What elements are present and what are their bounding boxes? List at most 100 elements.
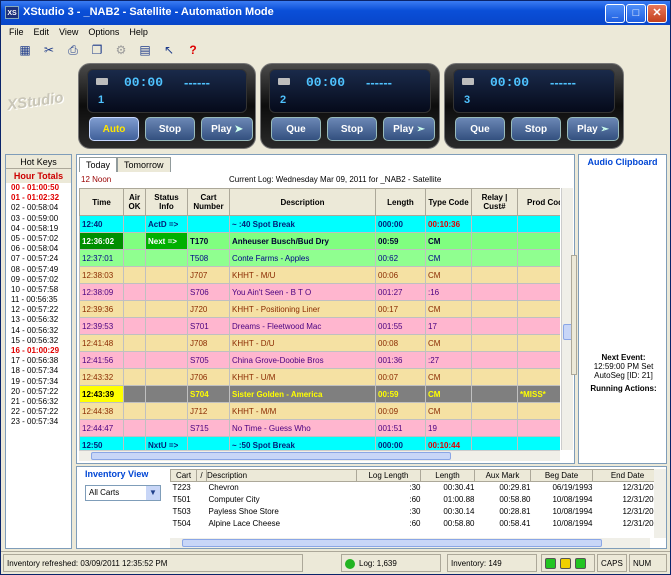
log-grid[interactable]: Time Air OK Status Info Cart Number Desc…	[79, 188, 560, 450]
que-button[interactable]: Que	[271, 117, 321, 141]
hour-total-item[interactable]: 22 - 00:57:22	[6, 407, 71, 417]
hour-total-item[interactable]: 03 - 00:59:00	[6, 214, 71, 224]
scroll-thumb[interactable]	[91, 452, 451, 460]
hour-total-item[interactable]: 05 - 00:57:02	[6, 234, 71, 244]
log-row[interactable]: 12:37:01 T508 Conte Farms - Apples 00:62 CM	[79, 249, 560, 267]
hour-total-item[interactable]: 08 - 00:57:49	[6, 265, 71, 275]
col-cart-number[interactable]: Cart Number	[187, 188, 230, 216]
log-row[interactable]: 12:36:02 Next => T170 Anheuser Busch/Bud Dr…	[79, 232, 560, 250]
stop-button[interactable]: Stop	[511, 117, 561, 141]
splitter-handle[interactable]	[571, 255, 577, 375]
hour-total-item[interactable]: 01 - 01:02:32	[6, 193, 71, 203]
close-button[interactable]: ✕	[647, 4, 667, 23]
col-type-code[interactable]: Type Code	[425, 188, 472, 216]
inv-col-description[interactable]: Description	[206, 469, 357, 482]
inventory-row[interactable]: T503 Payless Shoe Store:30 00:30.14 00:28.8…	[170, 505, 663, 518]
col-relay-cust[interactable]: Relay | Cust#	[471, 188, 518, 216]
app-icon[interactable]: XS	[5, 6, 19, 19]
hour-total-item[interactable]: 09 - 00:57:02	[6, 275, 71, 285]
hour-total-item[interactable]: 14 - 00:56:32	[6, 326, 71, 336]
hour-total-item[interactable]: 02 - 00:58:04	[6, 203, 71, 213]
chevron-down-icon[interactable]: ▼	[146, 486, 160, 500]
log-row[interactable]: 12:50 NxtU => ~ :50 Spot Break 000:00 00:10:…	[79, 436, 560, 450]
inv-col-length[interactable]: Length	[420, 469, 475, 482]
help-icon[interactable]: ?	[185, 42, 201, 58]
log-row[interactable]: 12:39:36 J720 KHHT - Positioning Liner 00:1…	[79, 300, 560, 318]
inv-col-end-date[interactable]: End Date	[592, 469, 663, 482]
hour-total-item[interactable]: 00 - 01:00:50	[6, 183, 71, 193]
col-description[interactable]: Description	[229, 188, 376, 216]
menu-help[interactable]: Help	[129, 25, 148, 39]
calendar-icon[interactable]: ▦	[17, 42, 33, 58]
hour-total-item[interactable]: 04 - 00:58:19	[6, 224, 71, 234]
log-row[interactable]: 12:38:09 S706 You Ain't Seen - B T O 001:27…	[79, 283, 560, 301]
col-time[interactable]: Time	[79, 188, 124, 216]
hour-total-item[interactable]: 16 - 01:00:29	[6, 346, 71, 356]
log-row[interactable]: 12:43:39 S704 Sister Golden - America 00:59…	[79, 385, 560, 403]
log-row[interactable]: 12:44:38 J712 KHHT - M/M 00:09 CM	[79, 402, 560, 420]
menu-file[interactable]: File	[9, 25, 24, 39]
hour-total-item[interactable]: 11 - 00:56:35	[6, 295, 71, 305]
play-button[interactable]: Play ➣	[383, 117, 435, 141]
inv-col-log-length[interactable]: Log Length	[356, 469, 421, 482]
scissors-icon[interactable]: ✂	[41, 42, 57, 58]
whats-this-icon[interactable]: ↖	[161, 42, 177, 58]
log-row[interactable]: 12:40 ActD => ~ :40 Spot Break 000:00 00:10:…	[79, 215, 560, 233]
hour-total-item[interactable]: 10 - 00:57:58	[6, 285, 71, 295]
hour-total-item[interactable]: 12 - 00:57:22	[6, 305, 71, 315]
menu-options[interactable]: Options	[88, 25, 119, 39]
maximize-button[interactable]: □	[626, 4, 646, 23]
stop-button[interactable]: Stop	[145, 117, 195, 141]
hour-total-item[interactable]: 07 - 00:57:24	[6, 254, 71, 264]
hour-total-item[interactable]: 23 - 00:57:34	[6, 417, 71, 427]
stop-button[interactable]: Stop	[327, 117, 377, 141]
inventory-horizontal-scrollbar[interactable]	[170, 538, 650, 548]
log-row[interactable]: 12:43:32 J706 KHHT - U/M 00:07 CM	[79, 368, 560, 386]
inventory-table[interactable]: Cart / Description Log Length Length Aux…	[170, 469, 663, 530]
menu-edit[interactable]: Edit	[34, 25, 50, 39]
hour-total-item[interactable]: 06 - 00:58:04	[6, 244, 71, 254]
scroll-thumb[interactable]	[182, 539, 602, 547]
inv-col-beg-date[interactable]: Beg Date	[530, 469, 593, 482]
inv-col-aux-mark[interactable]: Aux Mark	[474, 469, 531, 482]
inventory-row[interactable]: T504 Alpine Lace Cheese:60 00:58.80 00:58.4…	[170, 517, 663, 530]
play-button[interactable]: Play ➣	[567, 117, 619, 141]
log-horizontal-scrollbar[interactable]	[79, 450, 560, 461]
log-row[interactable]: 12:41:48 J708 KHHT - D/U 00:08 CM	[79, 334, 560, 352]
inventory-vertical-scrollbar[interactable]	[654, 469, 666, 538]
play-button[interactable]: Play ➤	[201, 117, 253, 141]
tab-tomorrow[interactable]: Tomorrow	[117, 157, 171, 172]
hour-total-item[interactable]: 21 - 00:56:32	[6, 397, 71, 407]
que-button[interactable]: Que	[455, 117, 505, 141]
hotkeys-header[interactable]: Hot Keys	[6, 155, 71, 169]
hour-total-item[interactable]: 13 - 00:56:32	[6, 315, 71, 325]
col-prod-code[interactable]: Prod Cod	[517, 188, 560, 216]
inventory-row[interactable]: T501 Computer City:60 01:00.88 00:58.80 10/0…	[170, 493, 663, 506]
col-length[interactable]: Length	[375, 188, 426, 216]
title-bar[interactable]: XS XStudio 3 - _NAB2 - Satellite - Autom…	[1, 1, 670, 25]
hour-total-item[interactable]: 19 - 00:57:34	[6, 377, 71, 387]
printer-icon[interactable]: ⎙	[65, 42, 81, 58]
auto-button[interactable]: Auto	[89, 117, 139, 141]
inventory-row[interactable]: T223 Chevron:30 00:30.41 00:29.81 06/19/1993…	[170, 481, 663, 494]
hour-total-item[interactable]: 20 - 00:57:22	[6, 387, 71, 397]
settings-icon[interactable]: ⚙	[113, 42, 129, 58]
log-row[interactable]: 12:38:03 J707 KHHT - M/U 00:06 CM	[79, 266, 560, 284]
log-row[interactable]: 12:39:53 S701 Dreams - Fleetwood Mac 001:55…	[79, 317, 560, 335]
inv-col-sort[interactable]: /	[196, 469, 207, 482]
log-row[interactable]: 12:44:47 S715 No Time - Guess Who 001:51 19	[79, 419, 560, 437]
copy-icon[interactable]: ❐	[89, 42, 105, 58]
hour-total-item[interactable]: 17 - 00:56:38	[6, 356, 71, 366]
col-air-ok[interactable]: Air OK	[123, 188, 146, 216]
col-status-info[interactable]: Status Info	[145, 188, 188, 216]
inv-col-cart[interactable]: Cart	[170, 469, 197, 482]
hour-total-item[interactable]: 15 - 00:56:32	[6, 336, 71, 346]
inv-cell-description: Computer City	[206, 493, 357, 506]
log-row[interactable]: 12:41:56 S705 China Grove-Doobie Bros 001:3…	[79, 351, 560, 369]
minimize-button[interactable]: _	[605, 4, 625, 23]
cart-filter-select[interactable]: All Carts ▼	[85, 485, 161, 501]
document-icon[interactable]: ▤	[137, 42, 153, 58]
hour-total-item[interactable]: 18 - 00:57:34	[6, 366, 71, 376]
tab-today[interactable]: Today	[79, 157, 118, 172]
menu-view[interactable]: View	[59, 25, 78, 39]
